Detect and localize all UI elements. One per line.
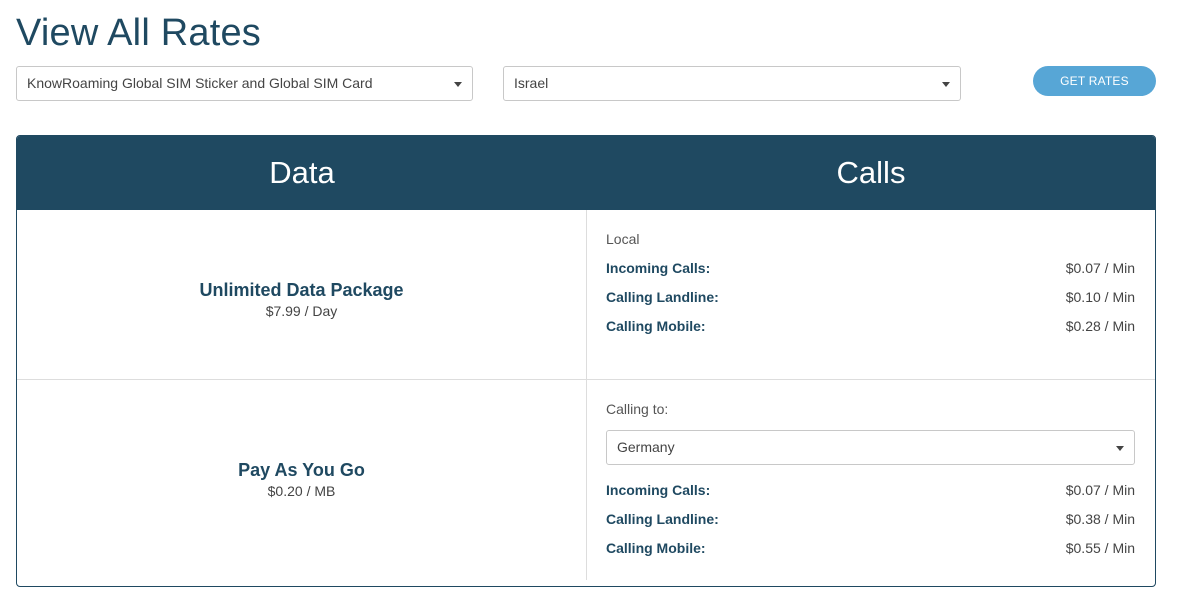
rate-label: Incoming Calls: (606, 482, 711, 498)
rate-row-incoming: Incoming Calls: $0.07 / Min (606, 482, 1135, 511)
rate-value: $0.10 / Min (1065, 289, 1135, 305)
local-label: Local (606, 231, 640, 247)
page-title: View All Rates (16, 12, 261, 54)
rate-value: $0.55 / Min (1065, 540, 1135, 556)
calls-column-header: Calls (836, 155, 906, 190)
rates-table: Data Calls Unlimited Data Package $7.99 … (16, 135, 1156, 587)
destination-select-value: Germany (617, 439, 675, 455)
product-select-value: KnowRoaming Global SIM Sticker and Globa… (27, 75, 373, 91)
calling-to-section: Calling to: Germany Incoming Calls: $0.0… (606, 401, 1135, 569)
rate-label: Calling Mobile: (606, 318, 706, 334)
chevron-down-icon (454, 82, 462, 87)
package-name: Unlimited Data Package (199, 280, 404, 300)
rates-header: Data Calls (17, 136, 1155, 210)
rate-label: Calling Landline: (606, 511, 719, 527)
rate-row-incoming: Incoming Calls: $0.07 / Min (606, 260, 1135, 289)
rate-label: Incoming Calls: (606, 260, 711, 276)
chevron-down-icon (1116, 446, 1124, 451)
rate-row-mobile: Calling Mobile: $0.55 / Min (606, 540, 1135, 569)
data-package-unlimited: Unlimited Data Package $7.99 / Day (17, 280, 586, 319)
country-select[interactable]: Israel (503, 66, 961, 101)
rate-row-landline: Calling Landline: $0.10 / Min (606, 289, 1135, 318)
calling-to-label: Calling to: (606, 401, 669, 417)
local-calls-section: Local Incoming Calls: $0.07 / Min Callin… (606, 231, 1135, 347)
product-select[interactable]: KnowRoaming Global SIM Sticker and Globa… (16, 66, 473, 101)
destination-select[interactable]: Germany (606, 430, 1135, 465)
get-rates-button[interactable]: GET RATES (1033, 66, 1156, 96)
rate-value: $0.07 / Min (1065, 482, 1135, 498)
row-divider (17, 379, 1155, 380)
chevron-down-icon (942, 82, 950, 87)
data-column-header: Data (269, 155, 335, 190)
column-divider (586, 210, 587, 580)
package-price: $7.99 / Day (265, 303, 338, 319)
package-price: $0.20 / MB (267, 483, 336, 499)
rate-row-mobile: Calling Mobile: $0.28 / Min (606, 318, 1135, 347)
package-name: Pay As You Go (238, 460, 365, 480)
rate-value: $0.28 / Min (1065, 318, 1135, 334)
rate-label: Calling Mobile: (606, 540, 706, 556)
country-select-value: Israel (514, 75, 549, 91)
rate-label: Calling Landline: (606, 289, 719, 305)
rate-value: $0.38 / Min (1065, 511, 1135, 527)
data-package-payg: Pay As You Go $0.20 / MB (17, 460, 586, 499)
rate-row-landline: Calling Landline: $0.38 / Min (606, 511, 1135, 540)
rate-value: $0.07 / Min (1065, 260, 1135, 276)
